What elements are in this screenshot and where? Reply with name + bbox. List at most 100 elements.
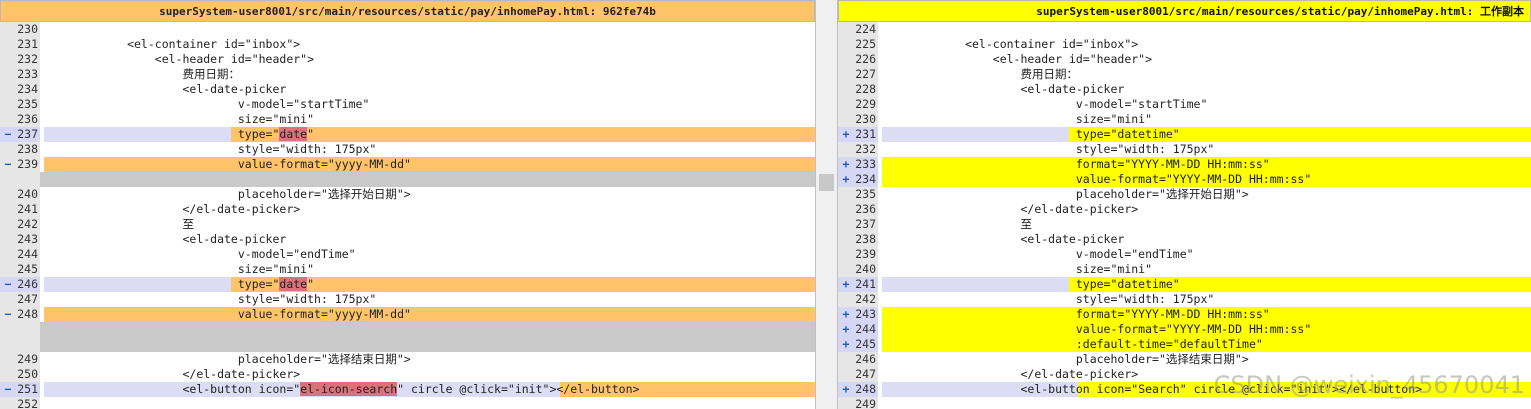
diff-line[interactable]: 236 </el-date-picker> xyxy=(838,202,1531,217)
code-text: style="width: 175px" xyxy=(44,292,377,306)
line-gutter xyxy=(0,322,40,337)
diff-line[interactable]: 249 placeholder="选择结束日期"> xyxy=(0,352,815,367)
diff-line[interactable]: 231 <el-container id="inbox"> xyxy=(0,37,815,52)
line-code xyxy=(882,397,1531,409)
diff-line[interactable]: 242 style="width: 175px" xyxy=(838,292,1531,307)
diff-line[interactable]: 238 style="width: 175px" xyxy=(0,142,815,157)
diff-line[interactable]: 252 xyxy=(0,397,815,409)
diff-line[interactable]: 232 <el-header id="header"> xyxy=(0,52,815,67)
diff-line[interactable]: +248 <el-button icon="Search" circle @cl… xyxy=(838,382,1531,397)
line-number: 234 xyxy=(17,82,38,96)
line-code: size="mini" xyxy=(882,112,1531,127)
line-code: style="width: 175px" xyxy=(44,292,815,307)
line-number: 247 xyxy=(17,292,38,306)
diff-line[interactable]: +241 type="datetime" xyxy=(838,277,1531,292)
line-number: 225 xyxy=(855,37,876,51)
line-number: 249 xyxy=(855,397,876,409)
diff-line[interactable]: 247 </el-date-picker> xyxy=(838,367,1531,382)
line-number: 231 xyxy=(17,37,38,51)
line-number: 240 xyxy=(855,262,876,276)
diff-line[interactable]: 229 v-model="startTime" xyxy=(838,97,1531,112)
left-diff-pane[interactable]: superSystem-user8001/src/main/resources/… xyxy=(0,0,815,409)
line-number: 229 xyxy=(855,97,876,111)
line-gutter: 241 xyxy=(0,202,40,217)
diff-line[interactable]: +244 value-format="YYYY-MM-DD HH:mm:ss" xyxy=(838,322,1531,337)
diff-line[interactable]: 239 v-model="endTime" xyxy=(838,247,1531,262)
diff-line[interactable]: 250 </el-date-picker> xyxy=(0,367,815,382)
right-code-lines[interactable]: 224 225 <el-container id="inbox"> 226 <el-… xyxy=(838,22,1531,409)
line-code: style="width: 175px" xyxy=(882,142,1531,157)
diff-line[interactable]: +234 value-format="YYYY-MM-DD HH:mm:ss" xyxy=(838,172,1531,187)
diff-line[interactable]: 235 v-model="startTime" xyxy=(0,97,815,112)
scrollbar-thumb[interactable] xyxy=(819,174,834,191)
diff-line[interactable]: 225 <el-container id="inbox"> xyxy=(838,37,1531,52)
diff-line[interactable]: +231 type="datetime" xyxy=(838,127,1531,142)
line-gutter: 240 xyxy=(0,187,40,202)
added-line-marker: + xyxy=(842,127,850,141)
diff-line[interactable] xyxy=(0,337,815,352)
left-code-lines[interactable]: 230 231 <el-container id="inbox"> 232 <el-… xyxy=(0,22,815,409)
line-code: placeholder="选择开始日期"> xyxy=(44,187,815,202)
changed-word-highlight: el-icon-search xyxy=(300,382,398,396)
code-text: placeholder="选择结束日期"> xyxy=(44,352,411,366)
vertical-scrollbar[interactable] xyxy=(815,0,838,409)
code-text: </el-date-picker> xyxy=(44,202,301,216)
diff-line[interactable]: 230 xyxy=(0,22,815,37)
line-number: 252 xyxy=(17,397,38,409)
diff-line[interactable] xyxy=(0,172,815,187)
diff-line[interactable]: 240 size="mini" xyxy=(838,262,1531,277)
diff-line[interactable] xyxy=(0,322,815,337)
diff-line[interactable]: 235 placeholder="选择开始日期"> xyxy=(838,187,1531,202)
diff-line[interactable]: −237 type="date" xyxy=(0,127,815,142)
line-number: 232 xyxy=(17,52,38,66)
diff-line[interactable]: 240 placeholder="选择开始日期"> xyxy=(0,187,815,202)
line-number: 246 xyxy=(17,277,38,291)
line-number: 239 xyxy=(17,157,38,171)
line-gutter: +241 xyxy=(838,277,878,292)
diff-line[interactable]: +243 format="YYYY-MM-DD HH:mm:ss" xyxy=(838,307,1531,322)
diff-line[interactable]: 243 <el-date-picker xyxy=(0,232,815,247)
right-diff-pane[interactable]: superSystem-user8001/src/main/resources/… xyxy=(838,0,1531,409)
diff-line[interactable]: +233 format="YYYY-MM-DD HH:mm:ss" xyxy=(838,157,1531,172)
diff-line[interactable]: +245 :default-time="defaultTime" xyxy=(838,337,1531,352)
diff-line[interactable]: 247 style="width: 175px" xyxy=(0,292,815,307)
diff-line[interactable]: 234 <el-date-picker xyxy=(0,82,815,97)
line-gutter: 245 xyxy=(0,262,40,277)
line-gutter: 226 xyxy=(838,52,878,67)
diff-line[interactable]: −239 value-format="yyyy-MM-dd" xyxy=(0,157,815,172)
diff-line[interactable]: 228 <el-date-picker xyxy=(838,82,1531,97)
line-number: 237 xyxy=(17,127,38,141)
diff-line[interactable]: −248 value-format="yyyy-MM-dd" xyxy=(0,307,815,322)
diff-line[interactable]: 249 xyxy=(838,397,1531,409)
diff-line[interactable]: 244 v-model="endTime" xyxy=(0,247,815,262)
diff-line[interactable]: 236 size="mini" xyxy=(0,112,815,127)
right-file-title: superSystem-user8001/src/main/resources/… xyxy=(838,0,1531,22)
diff-line[interactable]: −246 type="date" xyxy=(0,277,815,292)
diff-line[interactable]: 227 费用日期： xyxy=(838,67,1531,82)
diff-line[interactable]: 241 </el-date-picker> xyxy=(0,202,815,217)
code-text: <el-date-picker xyxy=(882,82,1125,96)
line-number: 233 xyxy=(17,67,38,81)
line-gutter: 230 xyxy=(838,112,878,127)
diff-line[interactable]: 233 费用日期： xyxy=(0,67,815,82)
diff-line[interactable]: −251 <el-button icon="el-icon-search" ci… xyxy=(0,382,815,397)
line-number: 242 xyxy=(855,292,876,306)
diff-line[interactable]: 245 size="mini" xyxy=(0,262,815,277)
line-number: 237 xyxy=(855,217,876,231)
added-line-marker: + xyxy=(842,157,850,171)
code-text: value-format="yyyy-MM-dd" xyxy=(44,157,411,171)
diff-line[interactable]: 232 style="width: 175px" xyxy=(838,142,1531,157)
diff-line[interactable]: 224 xyxy=(838,22,1531,37)
line-number: 238 xyxy=(17,142,38,156)
code-text: style="width: 175px" xyxy=(882,292,1215,306)
diff-line[interactable]: 230 size="mini" xyxy=(838,112,1531,127)
line-code: <el-date-picker xyxy=(882,232,1531,247)
diff-line[interactable]: 242 至 xyxy=(0,217,815,232)
code-text: <el-header id="header"> xyxy=(882,52,1153,66)
line-gutter: −251 xyxy=(0,382,40,397)
diff-line[interactable]: 237 至 xyxy=(838,217,1531,232)
diff-line[interactable]: 246 placeholder="选择结束日期"> xyxy=(838,352,1531,367)
diff-line[interactable]: 238 <el-date-picker xyxy=(838,232,1531,247)
diff-line[interactable]: 226 <el-header id="header"> xyxy=(838,52,1531,67)
line-code: 至 xyxy=(44,217,815,232)
